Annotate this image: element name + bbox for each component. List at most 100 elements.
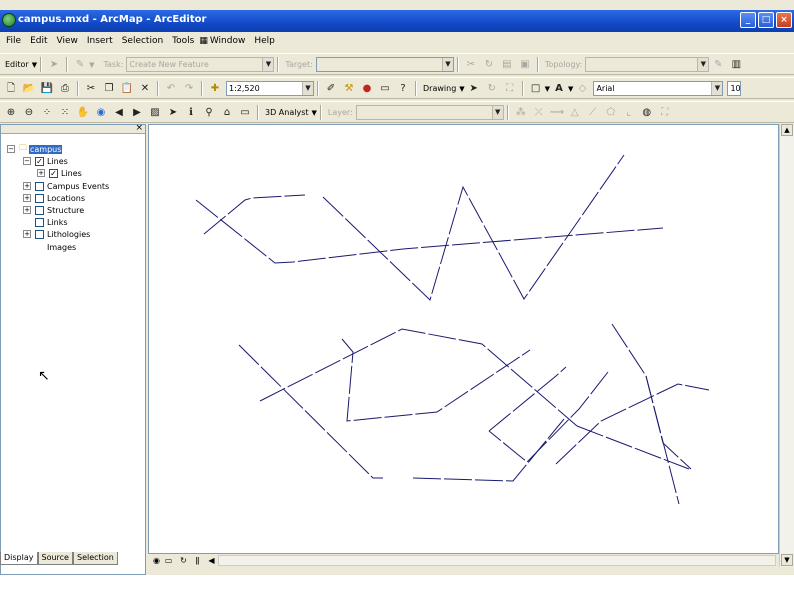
layout-view-icon[interactable]: ▭ [163, 555, 174, 566]
toc-layer-structure[interactable]: + Structure [23, 204, 84, 216]
arccatalog-icon[interactable]: ● [360, 82, 374, 96]
sketch-tool-icon[interactable]: ✎ [73, 58, 87, 72]
identify-icon[interactable]: ℹ [184, 106, 198, 120]
line-feature[interactable] [259, 328, 578, 427]
split-tool-icon[interactable]: ✂ [464, 58, 478, 72]
scroll-up-arrow-icon[interactable]: ▲ [781, 124, 793, 136]
rotate-element-icon[interactable]: ↻ [485, 82, 499, 96]
scroll-left-arrow-icon[interactable]: ◀ [206, 555, 217, 566]
expand-icon[interactable]: + [23, 230, 31, 238]
rotate-tool-icon[interactable]: ↻ [482, 58, 496, 72]
line-feature[interactable] [238, 344, 383, 479]
menu-help[interactable]: Help [248, 33, 278, 46]
toc-sublayer-lines[interactable]: + ✓ Lines [37, 167, 82, 179]
copy-icon[interactable]: ❐ [102, 82, 116, 96]
tab-display[interactable]: Display [0, 552, 38, 565]
line-feature[interactable] [488, 371, 609, 463]
toc-layer-lines[interactable]: − ✓ Lines [23, 155, 68, 167]
arcglobe-icon[interactable]: ⛶ [658, 106, 672, 120]
zoom-whole-page-icon[interactable]: ⛶ [503, 82, 517, 96]
close-button[interactable]: × [776, 12, 792, 28]
expand-icon[interactable]: + [23, 182, 31, 190]
tab-selection[interactable]: Selection [72, 552, 118, 565]
map-canvas[interactable] [149, 125, 780, 555]
interpolate-line-icon[interactable]: ⟋ [586, 106, 600, 120]
new-document-icon[interactable]: 🗋 [4, 82, 18, 96]
shape-dropdown-icon[interactable]: ▼ [545, 85, 550, 93]
target-dropdown[interactable]: ▼ [315, 57, 454, 72]
font-size-field[interactable]: 10 [727, 81, 742, 96]
toc-layer-locations[interactable]: + Locations [23, 192, 85, 204]
line-feature[interactable] [611, 323, 680, 505]
interpolate-point-icon[interactable]: △ [568, 106, 582, 120]
map-display[interactable] [148, 124, 779, 554]
pause-drawing-icon[interactable]: ǁ [192, 555, 203, 566]
drawing-dropdown-icon[interactable]: ▼ [459, 85, 464, 93]
layer-visibility-checkbox[interactable] [35, 229, 44, 239]
layer-visibility-checkbox[interactable]: ✓ [35, 156, 44, 166]
select-elements-icon[interactable]: ➤ [467, 82, 481, 96]
layer-visibility-checkbox[interactable] [35, 242, 44, 252]
full-extent-globe-icon[interactable]: ◉ [94, 106, 108, 120]
topology-dropdown[interactable]: ▼ [585, 57, 710, 72]
zoom-in-icon[interactable]: ⊕ [4, 106, 18, 120]
editor-menu[interactable]: Editor [2, 60, 32, 69]
map-topology-icon[interactable]: ▥ [729, 58, 743, 72]
vertical-scrollbar[interactable]: ▲ ▼ [779, 124, 794, 567]
line-feature[interactable] [195, 199, 664, 264]
drawing-menu[interactable]: Drawing [420, 84, 459, 93]
edit-tool-icon[interactable]: ➤ [47, 58, 61, 72]
menu-selection[interactable]: Selection [116, 33, 166, 46]
line-feature[interactable] [203, 194, 306, 235]
data-view-globe-icon[interactable]: ◉ [151, 555, 162, 566]
task-dropdown[interactable]: Create New Feature ▼ [126, 57, 275, 72]
editor-toolbar-icon[interactable]: ✐ [324, 82, 338, 96]
add-data-icon[interactable]: ✚ [208, 82, 222, 96]
expand-icon[interactable]: + [23, 206, 31, 214]
line-feature[interactable] [576, 425, 690, 470]
edit-vertices-icon[interactable]: ◇ [575, 82, 589, 96]
menu-edit[interactable]: Edit [24, 33, 50, 46]
toc-layer-campus-events[interactable]: + Campus Events [23, 180, 109, 192]
layer-visibility-checkbox[interactable]: ✓ [49, 168, 58, 178]
topology-edit-icon[interactable]: ✎ [711, 58, 725, 72]
layer-visibility-checkbox[interactable] [35, 217, 44, 227]
menu-file[interactable]: File [0, 33, 24, 46]
redo-icon[interactable]: ↷ [182, 82, 196, 96]
go-to-xy-icon[interactable]: ⌂ [220, 106, 234, 120]
menu-window[interactable]: Window [208, 33, 249, 46]
pan-hand-icon[interactable]: ✋ [76, 106, 90, 120]
layer-visibility-checkbox[interactable] [35, 205, 44, 215]
zoom-out-icon[interactable]: ⊖ [22, 106, 36, 120]
steepest-path-icon[interactable]: ⤫ [532, 106, 546, 120]
3d-analyst-dropdown-icon[interactable]: ▼ [312, 109, 317, 117]
close-icon[interactable]: × [135, 123, 143, 133]
rectangle-icon[interactable]: □ [529, 82, 543, 96]
collapse-icon[interactable]: − [7, 145, 15, 153]
editor-dropdown-icon[interactable]: ▼ [32, 61, 37, 69]
whats-this-icon[interactable]: ? [396, 82, 410, 96]
open-folder-icon[interactable]: 📂 [22, 82, 36, 96]
line-feature[interactable] [412, 418, 565, 482]
toc-root-dataframe[interactable]: − 🗀 campus [7, 143, 63, 155]
collapse-icon[interactable]: − [23, 157, 31, 165]
command-line-icon[interactable]: ▭ [378, 82, 392, 96]
tab-source[interactable]: Source [37, 552, 73, 565]
menu-tools[interactable]: Tools [166, 33, 197, 46]
toc-layer-lithologies[interactable]: + Lithologies [23, 228, 90, 240]
line-feature[interactable] [322, 154, 625, 301]
expand-icon[interactable]: + [37, 169, 45, 177]
print-icon[interactable]: ⎙ [58, 82, 72, 96]
find-binoculars-icon[interactable]: ⚲ [202, 106, 216, 120]
paste-icon[interactable]: 📋 [120, 82, 134, 96]
scroll-down-arrow-icon[interactable]: ▼ [781, 554, 793, 566]
select-elements-arrow-icon[interactable]: ➤ [166, 106, 180, 120]
horizontal-scrollbar[interactable] [218, 555, 776, 566]
toc-layer-links[interactable]: Links [23, 216, 68, 228]
layer-visibility-checkbox[interactable] [35, 181, 44, 191]
fixed-zoom-in-icon[interactable]: ⁘ [40, 106, 54, 120]
expand-icon[interactable]: + [23, 194, 31, 202]
forward-extent-arrow-icon[interactable]: ▶ [130, 106, 144, 120]
delete-icon[interactable]: ✕ [138, 82, 152, 96]
sketch-dropdown-icon[interactable]: ▼ [89, 61, 94, 69]
